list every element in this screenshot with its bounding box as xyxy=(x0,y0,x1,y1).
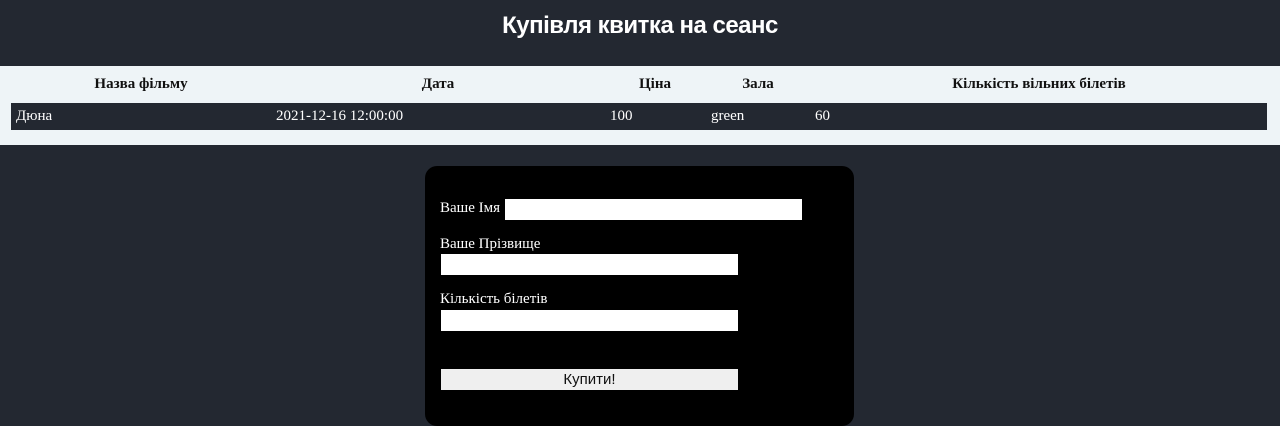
page-title: Купівля квитка на сеанс xyxy=(502,12,778,39)
column-header-hall: Зала xyxy=(742,76,774,92)
column-header-price: Ціна xyxy=(639,76,671,92)
last-name-label: Ваше Прізвище xyxy=(440,236,541,252)
cell-date: 2021-12-16 12:00:00 xyxy=(276,108,404,124)
column-header-date: Дата xyxy=(421,76,455,92)
first-name-label: Ваше Імя xyxy=(440,200,501,216)
last-name-input[interactable] xyxy=(441,254,738,275)
cell-price: 100 xyxy=(610,108,633,124)
ticket-form: Ваше Імя Ваше Прізвище Кількість білетів… xyxy=(425,166,854,426)
buy-button[interactable]: Купити! xyxy=(441,369,738,390)
first-name-input[interactable] xyxy=(505,199,802,220)
column-header-film: Назва фільму xyxy=(94,76,188,92)
column-header-free-tickets: Кількість вільних білетів xyxy=(952,76,1126,92)
cell-free-tickets: 60 xyxy=(815,108,830,124)
cell-hall: green xyxy=(711,108,745,124)
table-row: Дюна 2021-12-16 12:00:00 100 green 60 xyxy=(11,103,1267,130)
quantity-input[interactable] xyxy=(441,310,738,331)
cell-film: Дюна xyxy=(16,108,53,124)
quantity-label: Кількість білетів xyxy=(440,291,548,307)
sessions-table: Назва фільму Дата Ціна Зала Кількість ві… xyxy=(0,66,1280,145)
